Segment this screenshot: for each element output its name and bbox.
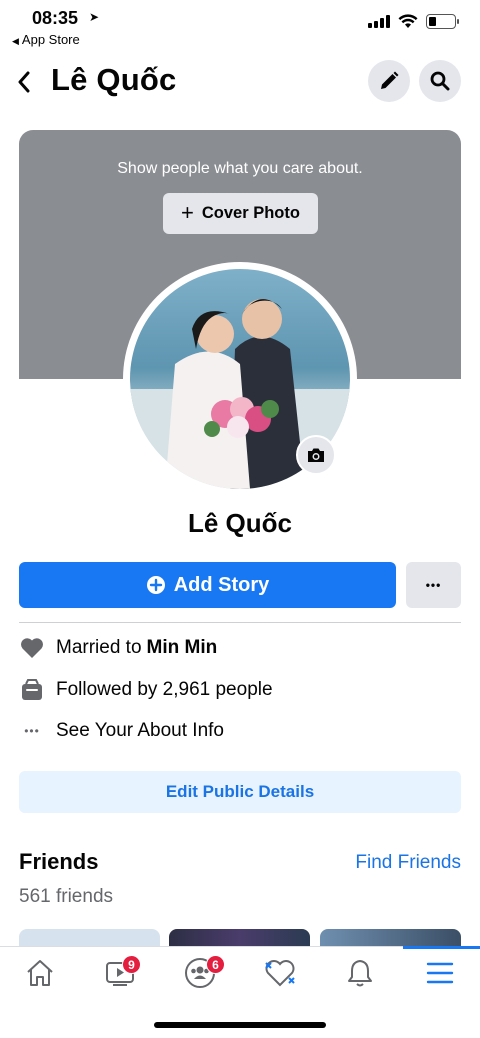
battery-icon [426,14,459,29]
edit-profile-button[interactable] [368,60,410,102]
status-time: 08:35 [32,8,79,28]
followers-row[interactable]: Followed by 2,961 people [19,675,461,705]
home-indicator[interactable] [154,1022,326,1028]
tab-home[interactable] [10,953,70,993]
back-to-app-store[interactable]: ◀ App Store [12,32,80,47]
more-icon: ••• [425,578,442,592]
heart-icon [19,635,45,661]
followers-text: Followed by 2,961 people [56,679,273,700]
cellular-signal-icon [368,15,390,28]
tab-watch[interactable]: 9 [90,953,150,993]
followers-icon [19,677,45,703]
back-app-label: App Store [21,32,80,47]
wifi-icon [398,14,418,28]
bell-icon [348,960,372,987]
add-cover-photo-button[interactable]: + Cover Photo [163,193,318,234]
edit-public-details-button[interactable]: Edit Public Details [19,771,461,813]
add-story-label: Add Story [173,573,270,596]
cover-button-label: Cover Photo [201,204,300,222]
plus-circle-icon [146,576,165,594]
friends-heading: Friends [19,849,99,874]
add-story-button[interactable]: Add Story [19,562,396,608]
tab-groups[interactable]: 6 [170,953,230,993]
menu-icon [426,962,454,984]
search-icon [430,71,450,91]
more-options-button[interactable]: ••• [406,562,461,608]
dating-heart-icon [265,960,295,987]
groups-badge: 6 [206,955,225,974]
friends-count: 561 friends [19,886,114,907]
relationship-row[interactable]: Married to Min Min [19,633,461,663]
profile-name: Lê Quốc [187,508,292,538]
page-title: Lê Quốc [51,62,177,97]
active-tab-indicator [403,946,480,949]
search-button[interactable] [419,60,461,102]
tab-dating[interactable] [250,953,310,993]
tab-notifications[interactable] [330,953,390,993]
edit-details-label: Edit Public Details [165,782,315,801]
status-bar: 08:35 ➤ ◀ App Store [0,0,480,50]
cover-prompt: Show people what you care about. [117,160,363,177]
divider [19,622,461,623]
see-about-row[interactable]: ••• See Your About Info [19,716,461,746]
tab-menu[interactable] [410,953,470,993]
change-profile-photo-button[interactable] [296,435,336,475]
camera-icon [308,448,324,462]
chevron-left-icon [18,71,30,93]
relationship-partner[interactable]: Min Min [147,637,218,659]
home-icon [27,960,53,986]
plus-icon: + [181,199,194,225]
find-friends-link[interactable]: Find Friends [355,852,461,874]
watch-badge: 9 [122,955,141,974]
relationship-prefix: Married to [56,637,142,658]
pencil-icon [381,71,399,89]
ellipsis-icon: ••• [24,724,40,738]
back-button[interactable] [10,62,38,102]
profile-header: Lê Quốc [0,56,480,108]
location-arrow-icon: ➤ [89,10,100,24]
see-about-text: See Your About Info [56,720,224,741]
